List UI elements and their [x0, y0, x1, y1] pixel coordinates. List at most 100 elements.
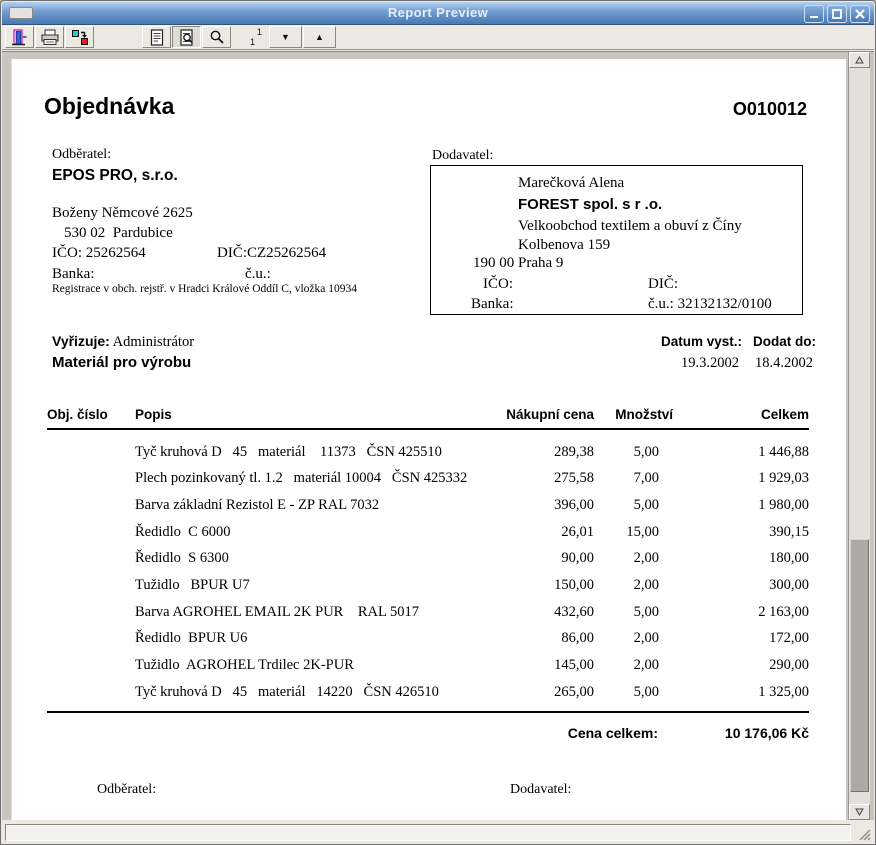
document-title: Objednávka: [44, 93, 174, 120]
maximize-icon: [831, 8, 843, 20]
cell-mnozstvi: 2,00: [594, 630, 659, 647]
supplier-street: Kolbenova 159: [518, 237, 610, 254]
cell-mnozstvi: 5,00: [594, 684, 659, 701]
triangle-up-icon: ▲: [315, 32, 324, 42]
handled-by: Vyřizuje: Administrátor: [52, 333, 194, 351]
toolbar: 1 1 ▼ ▲: [2, 25, 874, 50]
table-row: Plech pozinkovaný tl. 1.2 materiál 10004…: [47, 466, 809, 493]
table-row: Barva základní Rezistol E - ZP RAL 7032 …: [47, 492, 809, 519]
close-button[interactable]: [850, 5, 870, 23]
issue-date: 19.3.2002: [681, 355, 739, 372]
cell-mnozstvi: 5,00: [594, 444, 659, 461]
cell-celkem: 1 325,00: [659, 684, 809, 701]
prev-page-button[interactable]: ▲: [303, 26, 336, 48]
cell-nakupni-cena: 289,38: [474, 444, 594, 461]
triangle-down-icon: ▼: [281, 32, 290, 42]
customer-street: Boženy Němcové 2625: [52, 205, 193, 222]
cell-celkem: 172,00: [659, 630, 809, 647]
scroll-up-icon: [855, 56, 864, 64]
cell-celkem: 180,00: [659, 550, 809, 567]
cell-popis: Barva základní Rezistol E - ZP RAL 7032: [135, 497, 474, 514]
page-zoom-icon: [178, 28, 196, 47]
export-icon: [70, 28, 90, 47]
header-mnozstvi: Množství: [608, 407, 673, 422]
customer-dic: DIČ:CZ25262564: [217, 245, 326, 262]
cell-nakupni-cena: 26,01: [474, 524, 594, 541]
cell-nakupni-cena: 86,00: [474, 630, 594, 647]
exit-button[interactable]: [5, 26, 34, 48]
footer-supplier-label: Dodavatel:: [510, 782, 571, 798]
table-row: Ředidlo S 6300 90,00 2,00 180,00: [47, 546, 809, 573]
resize-grip-icon[interactable]: [854, 824, 871, 841]
window-controls: [804, 5, 870, 23]
header-popis: Popis: [135, 407, 474, 422]
header-obj-cislo: Obj. číslo: [47, 407, 135, 422]
customer-label: Odběratel:: [52, 147, 111, 163]
supplier-city: 190 00 Praha 9: [473, 255, 563, 272]
cell-popis: Tyč kruhová D 45 materiál 14220 ČSN 4265…: [135, 684, 474, 701]
cell-mnozstvi: 15,00: [594, 524, 659, 541]
status-field: [5, 824, 851, 841]
issue-date-label: Datum vyst.:: [661, 334, 742, 349]
supplier-contact: Marečková Alena: [518, 175, 624, 192]
cell-celkem: 390,15: [659, 524, 809, 541]
table-row: Tyč kruhová D 45 materiál 14220 ČSN 4265…: [47, 679, 809, 706]
titlebar[interactable]: Report Preview: [2, 2, 874, 25]
zoom-button[interactable]: [202, 26, 231, 48]
scroll-up-button[interactable]: [849, 52, 870, 68]
status-bar: [2, 821, 874, 844]
cell-nakupni-cena: 432,60: [474, 604, 594, 621]
cell-popis: Plech pozinkovaný tl. 1.2 materiál 10004…: [135, 470, 474, 487]
next-page-button[interactable]: ▼: [269, 26, 302, 48]
maximize-button[interactable]: [827, 5, 847, 23]
fit-page-button[interactable]: [172, 26, 201, 48]
page-icon: [148, 28, 166, 47]
table-body: Tyč kruhová D 45 materiál 11373 ČSN 4255…: [47, 430, 809, 705]
cell-nakupni-cena: 90,00: [474, 550, 594, 567]
cell-nakupni-cena: 145,00: [474, 657, 594, 674]
table-row: Tužidlo BPUR U7 150,00 2,00 300,00: [47, 572, 809, 599]
cell-popis: Barva AGROHEL EMAIL 2K PUR RAL 5017: [135, 604, 474, 621]
vertical-scrollbar[interactable]: [848, 52, 870, 820]
table-row: Tužidlo AGROHEL Trdilec 2K-PUR 145,00 2,…: [47, 652, 809, 679]
cell-mnozstvi: 5,00: [594, 604, 659, 621]
cell-celkem: 1 446,88: [659, 444, 809, 461]
scroll-down-button[interactable]: [849, 804, 870, 820]
cell-popis: Tyč kruhová D 45 materiál 11373 ČSN 4255…: [135, 444, 474, 461]
printer-icon: [40, 28, 60, 47]
supplier-name: FOREST spol. s r .o.: [518, 196, 662, 213]
cell-mnozstvi: 2,00: [594, 577, 659, 594]
report-preview-window: Report Preview: [0, 0, 876, 845]
customer-registration: Registrace v obch. rejstř. v Hradci Král…: [52, 283, 357, 295]
header-celkem: Celkem: [659, 407, 809, 422]
supplier-ico-label: IČO:: [483, 276, 513, 293]
supplier-label: Dodavatel:: [432, 148, 493, 164]
total-label: Cena celkem:: [568, 725, 658, 741]
cell-popis: Ředidlo C 6000: [135, 524, 474, 541]
cell-nakupni-cena: 150,00: [474, 577, 594, 594]
supplier-box: Marečková Alena FOREST spol. s r .o. Vel…: [430, 165, 803, 315]
customer-bank-label: Banka:: [52, 266, 95, 283]
table-row: Ředidlo C 6000 26,01 15,00 390,15: [47, 519, 809, 546]
window-title: Report Preview: [2, 5, 874, 20]
cell-nakupni-cena: 275,58: [474, 470, 594, 487]
scrollbar-thumb[interactable]: [850, 539, 869, 792]
cell-popis: Tužidlo AGROHEL Trdilec 2K-PUR: [135, 657, 474, 674]
scrollbar-track[interactable]: [849, 68, 870, 804]
print-button[interactable]: [35, 26, 64, 48]
footer-customer-label: Odběratel:: [97, 782, 156, 798]
cell-celkem: 290,00: [659, 657, 809, 674]
order-subject: Materiál pro výrobu: [52, 354, 191, 371]
fit-width-button[interactable]: [142, 26, 171, 48]
minimize-button[interactable]: [804, 5, 824, 23]
supplier-dic-label: DIČ:: [648, 276, 678, 293]
cell-celkem: 2 163,00: [659, 604, 809, 621]
cell-celkem: 300,00: [659, 577, 809, 594]
cell-mnozstvi: 7,00: [594, 470, 659, 487]
table-row: Ředidlo BPUR U6 86,00 2,00 172,00: [47, 625, 809, 652]
cell-mnozstvi: 5,00: [594, 497, 659, 514]
cell-nakupni-cena: 265,00: [474, 684, 594, 701]
cell-popis: Tužidlo BPUR U7: [135, 577, 474, 594]
header-nakupni-cena: Nákupní cena: [474, 407, 594, 422]
export-button[interactable]: [65, 26, 94, 48]
